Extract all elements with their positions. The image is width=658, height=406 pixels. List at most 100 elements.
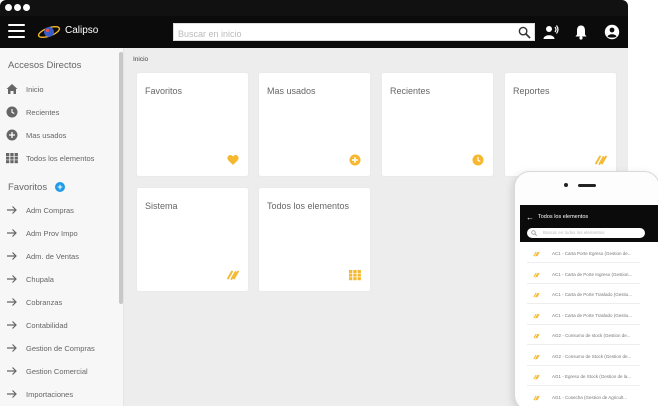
phone-speaker bbox=[578, 184, 596, 187]
phone-list-item[interactable]: AC1 - Carta de Porte Traslado (Gestio... bbox=[527, 306, 640, 325]
card-reportes[interactable]: Reportes bbox=[505, 73, 616, 176]
phone-list-item[interactable]: AG1 - Egreso de Stock (Gestion de la... bbox=[527, 368, 640, 386]
link-icon bbox=[533, 354, 540, 359]
clock-icon bbox=[6, 106, 18, 118]
phone-list-item-label: AC1 - Carta de Porte Traslado (Gestio... bbox=[552, 292, 633, 297]
link-icon bbox=[533, 272, 540, 277]
arrow-right-icon bbox=[6, 273, 18, 285]
card-sistema[interactable]: Sistema bbox=[137, 188, 248, 291]
arrow-right-icon bbox=[6, 227, 18, 239]
arrow-right-icon bbox=[6, 296, 18, 308]
search-input[interactable] bbox=[174, 26, 504, 42]
phone-list-item[interactable]: AC1 - Carta de Porte Traslado (Gestio... bbox=[527, 286, 640, 304]
phone-title: Todos los elementos bbox=[538, 214, 589, 220]
card-recientes[interactable]: Recientes bbox=[382, 73, 493, 176]
arrow-right-icon bbox=[6, 342, 18, 354]
sidebar-favorite-item[interactable]: Adm. de Ventas bbox=[6, 249, 116, 263]
sidebar-item-label: Adm Compras bbox=[26, 205, 74, 215]
grid-icon bbox=[6, 152, 18, 164]
card-todos-los-elementos[interactable]: Todos los elementos bbox=[259, 188, 370, 291]
voice-user-icon[interactable] bbox=[543, 24, 559, 40]
card-favoritos[interactable]: Favoritos bbox=[137, 73, 248, 176]
phone-list-item[interactable]: AG2 - Consumo de stock (Gestion de... bbox=[527, 327, 640, 345]
account-icon[interactable] bbox=[604, 24, 620, 40]
link-icon bbox=[533, 374, 540, 380]
sidebar-item-recientes[interactable]: Recientes bbox=[6, 105, 116, 119]
sidebar-item-label: Cobranzas bbox=[26, 297, 63, 307]
browser-chrome bbox=[0, 0, 628, 16]
sidebar-item-label: Contabilidad bbox=[26, 320, 68, 330]
phone-list-item[interactable]: AG1 - Cosecha (Gestion de Agricult... bbox=[527, 388, 640, 406]
sidebar-item-label: Chupala bbox=[26, 274, 54, 284]
link-icon bbox=[227, 270, 239, 280]
sidebar-item-mas-usados[interactable]: Mas usados bbox=[6, 128, 116, 142]
heart-icon bbox=[227, 155, 239, 165]
phone-screen: ← Todos los elementos Buscar en todos lo… bbox=[520, 205, 658, 406]
sidebar-favorite-item[interactable]: Gestion de Compras bbox=[6, 341, 116, 355]
arrow-right-icon bbox=[6, 319, 18, 331]
plus-circle-icon bbox=[349, 154, 361, 166]
sidebar-item-label: Gestion Comercial bbox=[26, 366, 88, 376]
favoritos-title: Favoritos bbox=[8, 182, 48, 193]
clock-icon bbox=[472, 154, 484, 166]
sidebar-favorite-item[interactable]: Contabilidad bbox=[6, 318, 116, 332]
sidebar-favorite-item[interactable]: Adm Prov Impo bbox=[6, 226, 116, 240]
link-icon bbox=[533, 313, 540, 318]
phone-list-item[interactable]: AC1 - Carta de Porte Ingreso (Gestion... bbox=[527, 265, 640, 284]
phone-search-input[interactable]: Buscar en todos los elementos bbox=[527, 228, 645, 238]
card-mas-usados[interactable]: Mas usados bbox=[259, 73, 370, 176]
sidebar-item-inicio[interactable]: Inicio bbox=[6, 82, 116, 96]
arrow-right-icon bbox=[6, 204, 18, 216]
card-title: Favoritos bbox=[145, 86, 183, 96]
phone-list-item[interactable]: AC1 - Carta Porte Egreso (Gestion de... bbox=[527, 245, 640, 263]
bell-icon[interactable] bbox=[573, 24, 589, 40]
app-name: Calipso bbox=[65, 25, 99, 36]
accesos-directos-title: Accesos Directos bbox=[8, 60, 82, 71]
arrow-right-icon bbox=[6, 365, 18, 377]
card-title: Sistema bbox=[145, 201, 178, 211]
sidebar-scrollbar[interactable] bbox=[119, 52, 123, 304]
phone-list-item-label: AG2 - Consumo de Stock (Gestion de... bbox=[552, 353, 632, 359]
home-icon bbox=[6, 83, 18, 95]
arrow-right-icon bbox=[6, 250, 18, 262]
link-icon bbox=[533, 395, 540, 400]
top-bar: Calipso bbox=[0, 16, 628, 48]
menu-icon[interactable] bbox=[8, 24, 25, 38]
card-title: Todos los elementos bbox=[267, 201, 350, 211]
grid-icon bbox=[349, 270, 361, 281]
back-arrow-icon[interactable]: ← bbox=[526, 213, 534, 222]
phone-camera bbox=[564, 183, 568, 187]
link-icon bbox=[533, 251, 540, 257]
sidebar-favorite-item[interactable]: Chupala bbox=[6, 272, 116, 286]
arrow-right-icon bbox=[6, 388, 18, 400]
phone-header: ← Todos los elementos Buscar en todos lo… bbox=[520, 205, 658, 242]
add-favorite-icon[interactable]: + bbox=[55, 182, 65, 192]
phone-list-item-label: AG2 - Consumo de stock (Gestion de... bbox=[552, 333, 631, 338]
calipso-logo-icon bbox=[37, 25, 61, 39]
window-dot bbox=[5, 4, 12, 11]
link-icon bbox=[533, 292, 540, 298]
phone-list-item-label: AC1 - Carta de Porte Ingreso (Gestion... bbox=[552, 271, 633, 277]
phone-list-item-label: AG1 - Cosecha (Gestion de Agricult... bbox=[552, 394, 628, 400]
sidebar-favorite-item[interactable]: Gestion Comercial bbox=[6, 364, 116, 378]
phone-list-item[interactable]: AG2 - Consumo de Stock (Gestion de... bbox=[527, 347, 640, 366]
breadcrumb: Inicio bbox=[133, 56, 149, 63]
search-box[interactable] bbox=[173, 23, 535, 42]
window-dot bbox=[14, 4, 21, 11]
search-icon[interactable] bbox=[518, 26, 531, 39]
card-title: Mas usados bbox=[267, 86, 316, 96]
link-icon bbox=[595, 155, 607, 165]
window-dot bbox=[23, 4, 30, 11]
link-icon bbox=[533, 333, 540, 339]
sidebar-item-label: Mas usados bbox=[26, 130, 67, 140]
card-title: Reportes bbox=[513, 86, 550, 96]
sidebar-item-label: Todos los elementos bbox=[26, 153, 95, 163]
phone-list-item-label: AG1 - Egreso de Stock (Gestion de la... bbox=[552, 374, 632, 379]
sidebar-item-label: Recientes bbox=[26, 107, 60, 117]
sidebar-favorite-item[interactable]: Importaciones bbox=[6, 387, 116, 401]
phone-search-placeholder: Buscar en todos los elementos bbox=[543, 230, 605, 235]
sidebar-favorite-item[interactable]: Cobranzas bbox=[6, 295, 116, 309]
search-icon bbox=[531, 230, 537, 236]
sidebar-item-todos[interactable]: Todos los elementos bbox=[6, 151, 116, 165]
sidebar-favorite-item[interactable]: Adm Compras bbox=[6, 203, 116, 217]
